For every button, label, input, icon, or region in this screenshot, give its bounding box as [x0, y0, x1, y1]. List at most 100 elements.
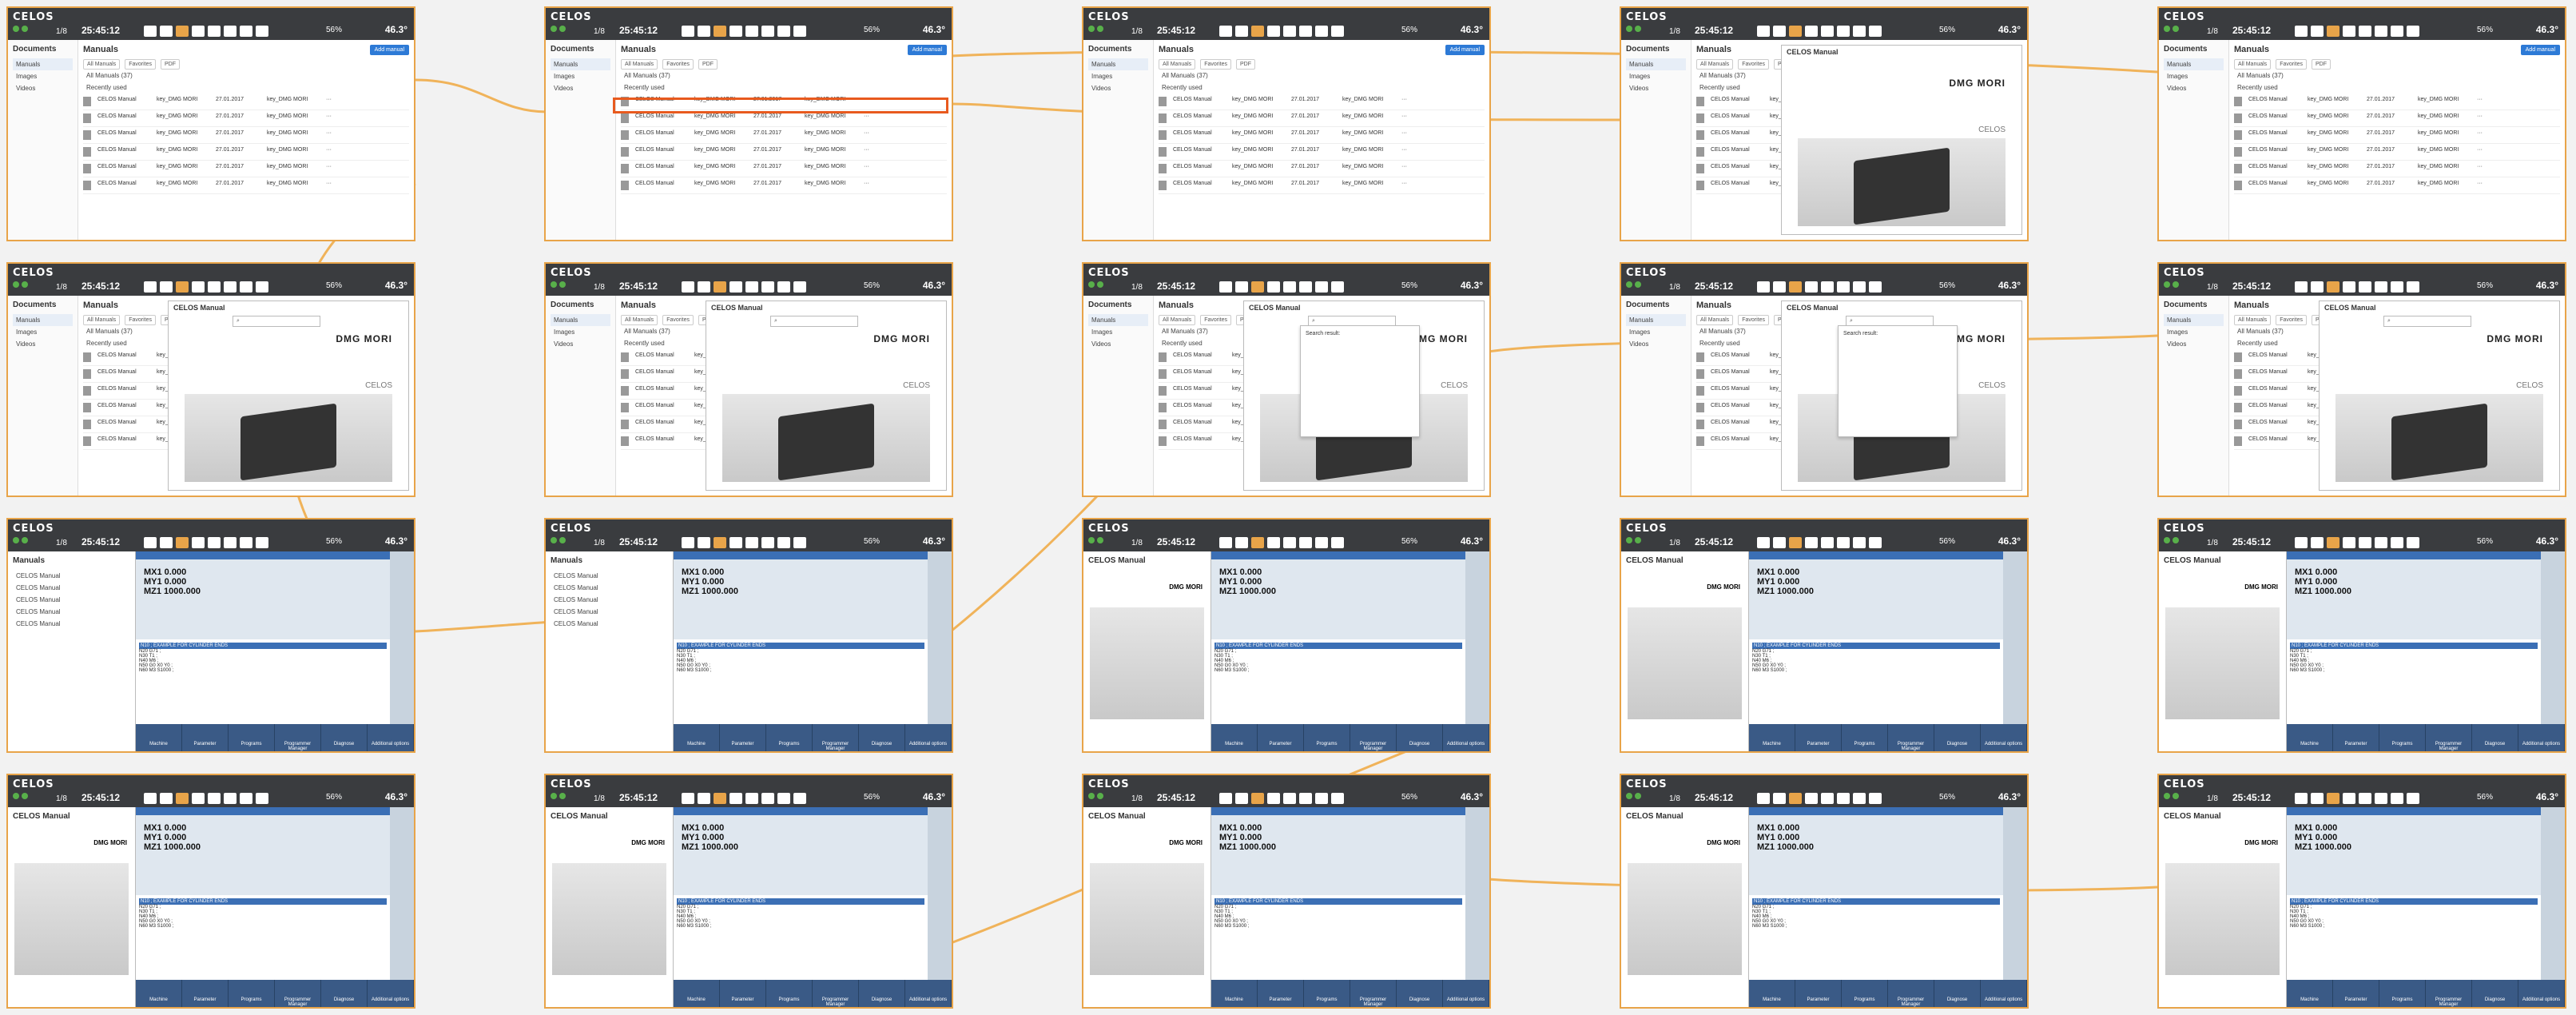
app-icon[interactable]	[682, 26, 694, 37]
sidebar-item-videos[interactable]: Videos	[1088, 338, 1148, 350]
app-launcher[interactable]	[682, 26, 806, 37]
app-icon[interactable]	[2295, 537, 2308, 548]
app-launcher[interactable]	[2295, 26, 2419, 37]
filter-tab[interactable]: All Manuals	[621, 59, 658, 70]
filter-tab[interactable]: All Manuals	[1696, 59, 1734, 70]
app-icon[interactable]	[1235, 281, 1248, 293]
app-icon[interactable]	[1773, 26, 1786, 37]
app-icon[interactable]	[793, 281, 806, 293]
sidebar-item-manuals[interactable]: Manuals	[551, 314, 610, 326]
app-icon[interactable]	[2391, 281, 2403, 293]
program-line[interactable]: N10 ; EXAMPLE FOR CYLINDER ENDS	[139, 643, 387, 649]
app-icon[interactable]	[1299, 281, 1312, 293]
more-icon[interactable]: ···	[326, 113, 409, 123]
more-icon[interactable]: ···	[864, 181, 947, 190]
app-icon[interactable]	[698, 281, 710, 293]
more-icon[interactable]: ···	[326, 147, 409, 157]
function-button[interactable]: Parameter	[182, 724, 229, 751]
program-line[interactable]: N10 ; EXAMPLE FOR CYLINDER ENDS	[1214, 898, 1462, 905]
function-button[interactable]: Machine	[1211, 724, 1258, 751]
program-line[interactable]: N60 M3 S1000 ;	[1752, 668, 2000, 673]
app-icon[interactable]	[2407, 26, 2419, 37]
app-icon[interactable]	[2327, 537, 2339, 548]
program-line[interactable]: N60 M3 S1000 ;	[2290, 924, 2538, 929]
sidebar-item-manuals[interactable]: Manuals	[1626, 314, 1686, 326]
program-line[interactable]: N10 ; EXAMPLE FOR CYLINDER ENDS	[1752, 898, 2000, 905]
app-icon[interactable]	[1299, 793, 1312, 804]
app-icon[interactable]	[2407, 537, 2419, 548]
app-icon[interactable]	[714, 793, 726, 804]
function-button[interactable]: Diagnose	[1397, 724, 1443, 751]
more-icon[interactable]: ···	[1401, 181, 1485, 190]
more-icon[interactable]: ···	[864, 164, 947, 173]
app-icon[interactable]	[1251, 281, 1264, 293]
app-icon[interactable]	[1219, 26, 1232, 37]
app-icon[interactable]	[2375, 793, 2387, 804]
function-button[interactable]: Programs	[229, 724, 275, 751]
app-icon[interactable]	[1267, 537, 1280, 548]
app-icon[interactable]	[777, 793, 790, 804]
app-icon[interactable]	[1219, 537, 1232, 548]
app-icon[interactable]	[1267, 281, 1280, 293]
function-button[interactable]: Machine	[1749, 980, 1795, 1007]
sidebar-item-videos[interactable]: Videos	[1626, 82, 1686, 94]
program-line[interactable]: N10 ; EXAMPLE FOR CYLINDER ENDS	[677, 643, 924, 649]
filter-tab[interactable]: All Manuals	[2234, 59, 2272, 70]
app-icon[interactable]	[1789, 26, 1802, 37]
app-icon[interactable]	[2359, 537, 2371, 548]
app-icon[interactable]	[2311, 26, 2324, 37]
table-row[interactable]: CELOS Manual key_DMG MORI 27.01.2017 key_DM…	[621, 127, 947, 144]
more-icon[interactable]: ···	[2477, 147, 2560, 157]
app-icon[interactable]	[1315, 281, 1328, 293]
table-row[interactable]: CELOS Manual key_DMG MORI 27.01.2017 key_DM…	[1159, 177, 1485, 194]
app-icon[interactable]	[1219, 281, 1232, 293]
sidebar-item-manuals[interactable]: Manuals	[13, 58, 73, 70]
app-icon[interactable]	[1789, 537, 1802, 548]
app-icon[interactable]	[256, 281, 268, 293]
program-line[interactable]: N60 M3 S1000 ;	[139, 924, 387, 929]
table-row[interactable]: CELOS Manual key_DMG MORI 27.01.2017 key_DM…	[2234, 127, 2560, 144]
app-icon[interactable]	[1267, 26, 1280, 37]
app-icon[interactable]	[1869, 793, 1882, 804]
app-icon[interactable]	[2359, 26, 2371, 37]
program-line[interactable]: N10 ; EXAMPLE FOR CYLINDER ENDS	[1214, 643, 1462, 649]
app-icon[interactable]	[1299, 26, 1312, 37]
app-icon[interactable]	[1837, 281, 1850, 293]
app-launcher[interactable]	[682, 793, 806, 804]
program-line[interactable]: N10 ; EXAMPLE FOR CYLINDER ENDS	[1752, 643, 2000, 649]
sidebar-item-manuals[interactable]: Manuals	[2164, 58, 2224, 70]
function-button[interactable]: Machine	[136, 724, 182, 751]
function-button[interactable]: Additional options	[1981, 724, 2027, 751]
function-button[interactable]: Parameter	[2333, 980, 2379, 1007]
function-button[interactable]: Programmer Manager	[1888, 724, 1934, 751]
app-launcher[interactable]	[144, 793, 268, 804]
app-icon[interactable]	[2391, 793, 2403, 804]
sidebar-item-videos[interactable]: Videos	[1626, 338, 1686, 350]
app-icon[interactable]	[208, 281, 221, 293]
function-button[interactable]: Parameter	[1258, 724, 1304, 751]
function-button[interactable]: Additional options	[1443, 980, 1489, 1007]
app-icon[interactable]	[1283, 537, 1296, 548]
more-icon[interactable]: ···	[864, 147, 947, 157]
app-icon[interactable]	[1837, 26, 1850, 37]
sidebar-item-videos[interactable]: Videos	[2164, 82, 2224, 94]
app-icon[interactable]	[240, 793, 252, 804]
table-row[interactable]: CELOS Manual key_DMG MORI 27.01.2017 key_DM…	[621, 144, 947, 161]
app-icon[interactable]	[1789, 793, 1802, 804]
app-icon[interactable]	[1773, 281, 1786, 293]
app-icon[interactable]	[224, 793, 237, 804]
app-icon[interactable]	[144, 281, 157, 293]
table-row[interactable]: CELOS Manual key_DMG MORI 27.01.2017 key_DM…	[1159, 127, 1485, 144]
app-icon[interactable]	[1219, 793, 1232, 804]
list-item[interactable]: CELOS Manual	[13, 570, 130, 582]
app-icon[interactable]	[745, 537, 758, 548]
app-icon[interactable]	[2359, 793, 2371, 804]
function-button[interactable]: Additional options	[368, 724, 414, 751]
app-icon[interactable]	[1853, 281, 1866, 293]
sidebar-item-videos[interactable]: Videos	[1088, 82, 1148, 94]
app-icon[interactable]	[192, 537, 205, 548]
app-icon[interactable]	[192, 26, 205, 37]
app-icon[interactable]	[208, 26, 221, 37]
app-icon[interactable]	[1331, 281, 1344, 293]
app-icon[interactable]	[144, 26, 157, 37]
